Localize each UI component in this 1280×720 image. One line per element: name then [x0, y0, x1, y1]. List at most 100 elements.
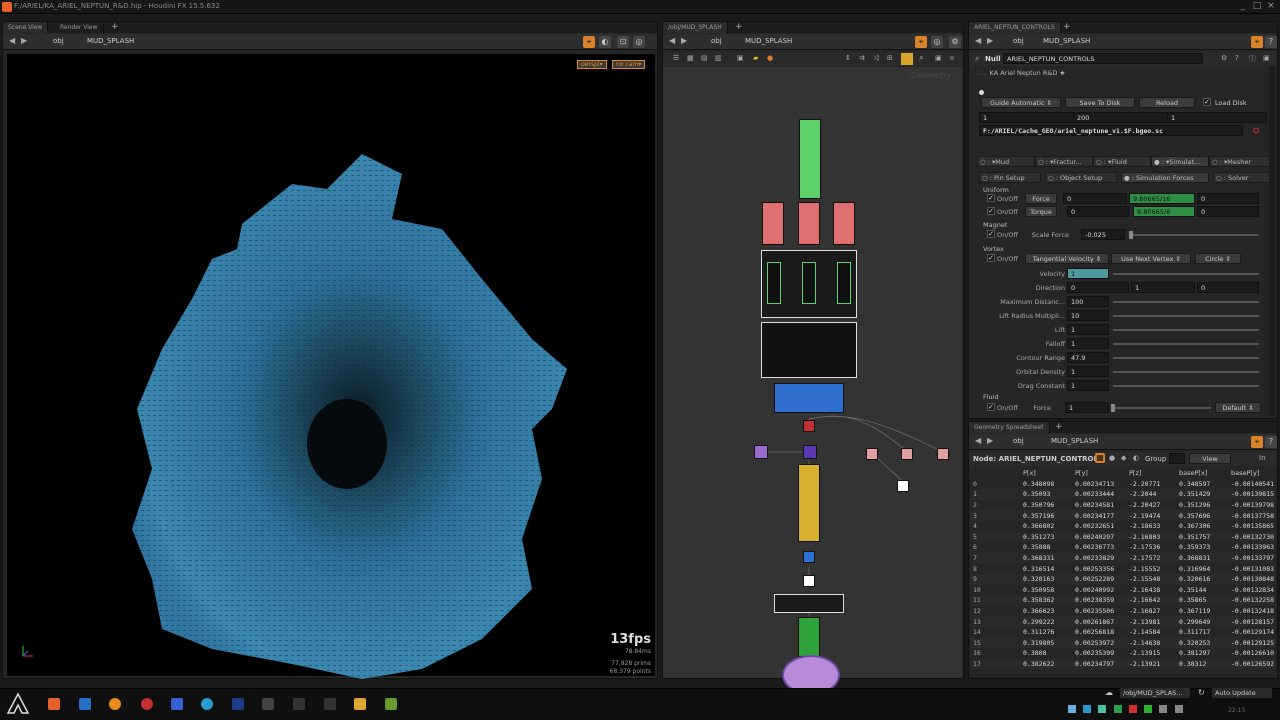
- path-root[interactable]: obj: [711, 37, 722, 45]
- tab-network[interactable]: /obj/MUD_SPLASH: [663, 22, 728, 33]
- forward-arrow-icon[interactable]: ▶: [987, 36, 993, 45]
- vortex-param-slider[interactable]: [1113, 371, 1259, 373]
- tab-geometry-spreadsheet[interactable]: Geometry Spreadsheet: [969, 422, 1050, 433]
- camera-icon[interactable]: ▣: [935, 54, 942, 62]
- table-row[interactable]: 7 0.368331 0.00233829 -2.17572 0.368831 -0.00…: [971, 552, 1275, 564]
- 3d-viewport[interactable]: perspl▾ no cam▾ 13fps 78.84ms 77,828 pri…: [7, 54, 655, 679]
- search-icon[interactable]: ⌕: [919, 53, 924, 63]
- color-palette-icon[interactable]: ●: [767, 54, 773, 62]
- app2-taskbar-icon[interactable]: [385, 698, 397, 710]
- help-icon[interactable]: ?: [1265, 436, 1277, 448]
- tray-icon[interactable]: [1098, 705, 1107, 713]
- table-row[interactable]: 13 0.299222 0.00261867 -2.13981 0.299649 -0.0…: [971, 616, 1275, 627]
- vortex-param-slider[interactable]: [1113, 357, 1259, 359]
- tab-mud[interactable]: ○ : ▾Mud: [977, 156, 1035, 167]
- param-scrollbar[interactable]: [1269, 66, 1275, 416]
- volume-icon[interactable]: [1174, 705, 1183, 713]
- column-header[interactable]: P[z]: [1127, 468, 1177, 479]
- magnet-scale-slider[interactable]: [1129, 231, 1259, 239]
- help-icon[interactable]: ?: [1265, 36, 1277, 48]
- tab-fractur[interactable]: ○ : ▾Fractur...: [1035, 156, 1093, 167]
- column-header[interactable]: baseP[x]: [1177, 468, 1229, 479]
- terminal-taskbar-icon[interactable]: [262, 698, 274, 710]
- vortex-param-field[interactable]: 1: [1067, 366, 1109, 377]
- node-output-box[interactable]: [774, 594, 844, 613]
- magnet-scale-field[interactable]: -0.025: [1081, 229, 1125, 240]
- fluid-toggle[interactable]: ✓: [987, 403, 995, 411]
- tool2-taskbar-icon[interactable]: [324, 698, 336, 710]
- node-null[interactable]: [803, 575, 815, 587]
- back-arrow-icon[interactable]: ◀: [669, 36, 675, 45]
- magnet-toggle[interactable]: ✓: [987, 230, 995, 238]
- slider-knob[interactable]: [1129, 231, 1133, 239]
- node-import[interactable]: [799, 119, 821, 199]
- maximize-button[interactable]: □: [1252, 1, 1262, 12]
- table-row[interactable]: 11 0.358362 0.00238359 -2.16642 0.35865 -0.00…: [971, 595, 1275, 606]
- camera-menu[interactable]: perspl▾: [577, 60, 607, 69]
- group-field[interactable]: [1169, 453, 1185, 464]
- table-row[interactable]: 16 0.3808 0.00235399 -2.13915 0.381297 -0.001…: [971, 648, 1275, 659]
- uniform-torque-y[interactable]: 9.80665/8: [1133, 206, 1195, 217]
- firefox-taskbar-icon[interactable]: [109, 698, 121, 710]
- back-arrow-icon[interactable]: ◀: [975, 436, 981, 445]
- uniform-torque-z[interactable]: 0: [1197, 206, 1259, 217]
- node-purple[interactable]: [803, 445, 817, 459]
- tray-icon[interactable]: [1068, 705, 1076, 713]
- snap-grid-icon[interactable]: ⊞: [887, 54, 893, 62]
- path-root[interactable]: obj: [1013, 437, 1024, 445]
- vortex-param-field[interactable]: 100: [1067, 296, 1109, 307]
- tool-taskbar-icon[interactable]: [293, 698, 305, 710]
- tray-icon[interactable]: [1113, 705, 1122, 713]
- tab-render-view[interactable]: Render View: [55, 22, 104, 33]
- column-header[interactable]: P[x]: [1021, 468, 1073, 479]
- fluid-default-menu[interactable]: Default ⇕: [1215, 402, 1261, 413]
- sticky-icon[interactable]: ▰: [753, 54, 758, 62]
- vortex-shape-menu[interactable]: Circle ⇕: [1195, 253, 1241, 264]
- node-dopnet[interactable]: [774, 383, 844, 413]
- table-row[interactable]: 10 0.350958 0.00240992 -2.16438 0.35144 -0.00…: [971, 585, 1275, 596]
- vortex-param-field-y[interactable]: 1: [1131, 282, 1195, 293]
- view-menu[interactable]: View: [1189, 453, 1231, 464]
- detail-mode-icon[interactable]: ◐: [1133, 454, 1139, 462]
- node-pink-c[interactable]: [937, 448, 949, 460]
- tab-fluid[interactable]: ○ : ▾Fluid: [1093, 156, 1151, 167]
- vortex-next-menu[interactable]: Use Next Vertex ⇕: [1111, 253, 1191, 264]
- vortex-param-field[interactable]: 1: [1067, 380, 1109, 391]
- frame-start-field[interactable]: 1: [979, 112, 1075, 123]
- points-mode-icon[interactable]: ▦: [1095, 453, 1105, 463]
- back-arrow-icon[interactable]: ◀: [9, 36, 15, 45]
- table-row[interactable]: 0 0.348098 0.00234713 -2.20771 0.348597 -0.00…: [971, 479, 1275, 490]
- tray-icon[interactable]: [1144, 705, 1153, 713]
- node-purple-left[interactable]: [754, 445, 768, 459]
- uniform-force-y[interactable]: 9.80665/16: [1129, 193, 1195, 204]
- skype-taskbar-icon[interactable]: [201, 698, 213, 710]
- vortex-param-field[interactable]: 1: [1067, 338, 1109, 349]
- tab-scene-view[interactable]: Scene View: [3, 22, 49, 33]
- start-icon[interactable]: [6, 692, 30, 716]
- slider-knob[interactable]: [1111, 404, 1115, 412]
- column-header[interactable]: [971, 468, 1021, 479]
- uniform-force-x[interactable]: 0: [1063, 193, 1127, 204]
- node-solver[interactable]: [798, 464, 820, 542]
- uniform-torque-x[interactable]: 0: [1067, 206, 1129, 217]
- highlight-icon[interactable]: [901, 53, 913, 65]
- add-tab-icon[interactable]: +: [1063, 22, 1071, 32]
- layout-icon[interactable]: ▥: [715, 54, 722, 62]
- houdini-taskbar-icon[interactable]: [48, 698, 60, 710]
- path-root[interactable]: obj: [53, 37, 64, 45]
- cam-menu[interactable]: no cam▾: [612, 60, 646, 69]
- vortex-param-field[interactable]: 1: [1067, 324, 1109, 335]
- table-row[interactable]: 4 0.366802 0.00232651 -2.18633 0.367306 -0.00…: [971, 521, 1275, 532]
- close-button[interactable]: ×: [1266, 1, 1276, 12]
- path-root[interactable]: obj: [1013, 37, 1024, 45]
- node-pin-a[interactable]: [762, 202, 784, 245]
- vortex-type-menu[interactable]: Tangential Velocity ⇕: [1025, 253, 1109, 264]
- tab-simulat[interactable]: ● : ▾Simulat...: [1151, 156, 1209, 167]
- sort-icon[interactable]: ↕: [845, 54, 851, 62]
- forward-arrow-icon[interactable]: ▶: [681, 36, 687, 45]
- forward-arrow-icon[interactable]: ▶: [987, 436, 993, 445]
- vortex-param-field[interactable]: 10: [1067, 310, 1109, 321]
- pin-icon[interactable]: ⌖: [1251, 36, 1263, 48]
- forward-arrow-icon[interactable]: ▶: [21, 36, 27, 45]
- table-row[interactable]: 5 0.351273 0.00240297 -2.16803 0.351757 -0.00…: [971, 531, 1275, 543]
